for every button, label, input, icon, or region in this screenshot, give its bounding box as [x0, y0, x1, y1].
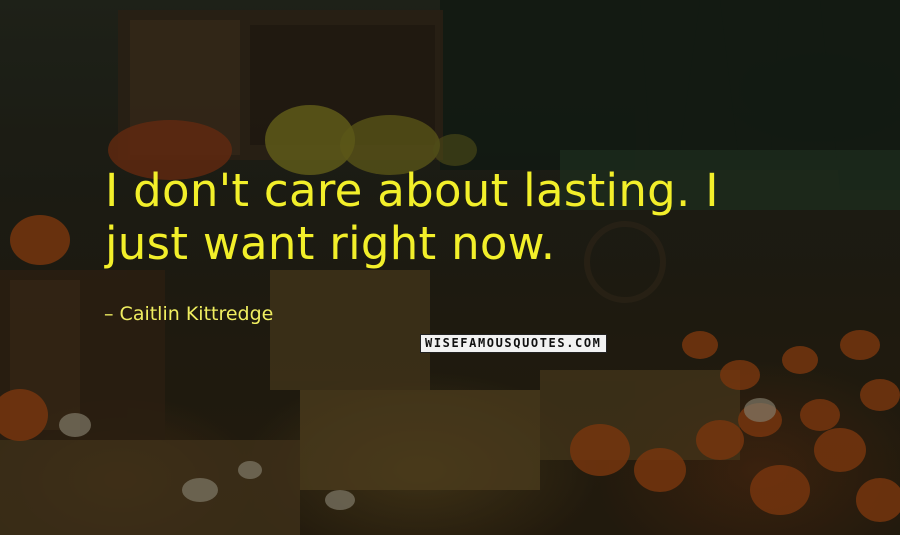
- quote-line-2: just want right now.: [105, 217, 556, 270]
- quote-text: I don't care about lasting. I just want …: [105, 164, 825, 270]
- quote-author: – Caitlin Kittredge: [104, 303, 273, 325]
- site-watermark: WISEFAMOUSQUOTES.COM: [420, 334, 607, 353]
- quote-line-1: I don't care about lasting. I: [105, 164, 719, 217]
- author-name: Caitlin Kittredge: [119, 303, 274, 325]
- quote-card: I don't care about lasting. I just want …: [0, 0, 900, 535]
- author-dash: –: [104, 303, 114, 325]
